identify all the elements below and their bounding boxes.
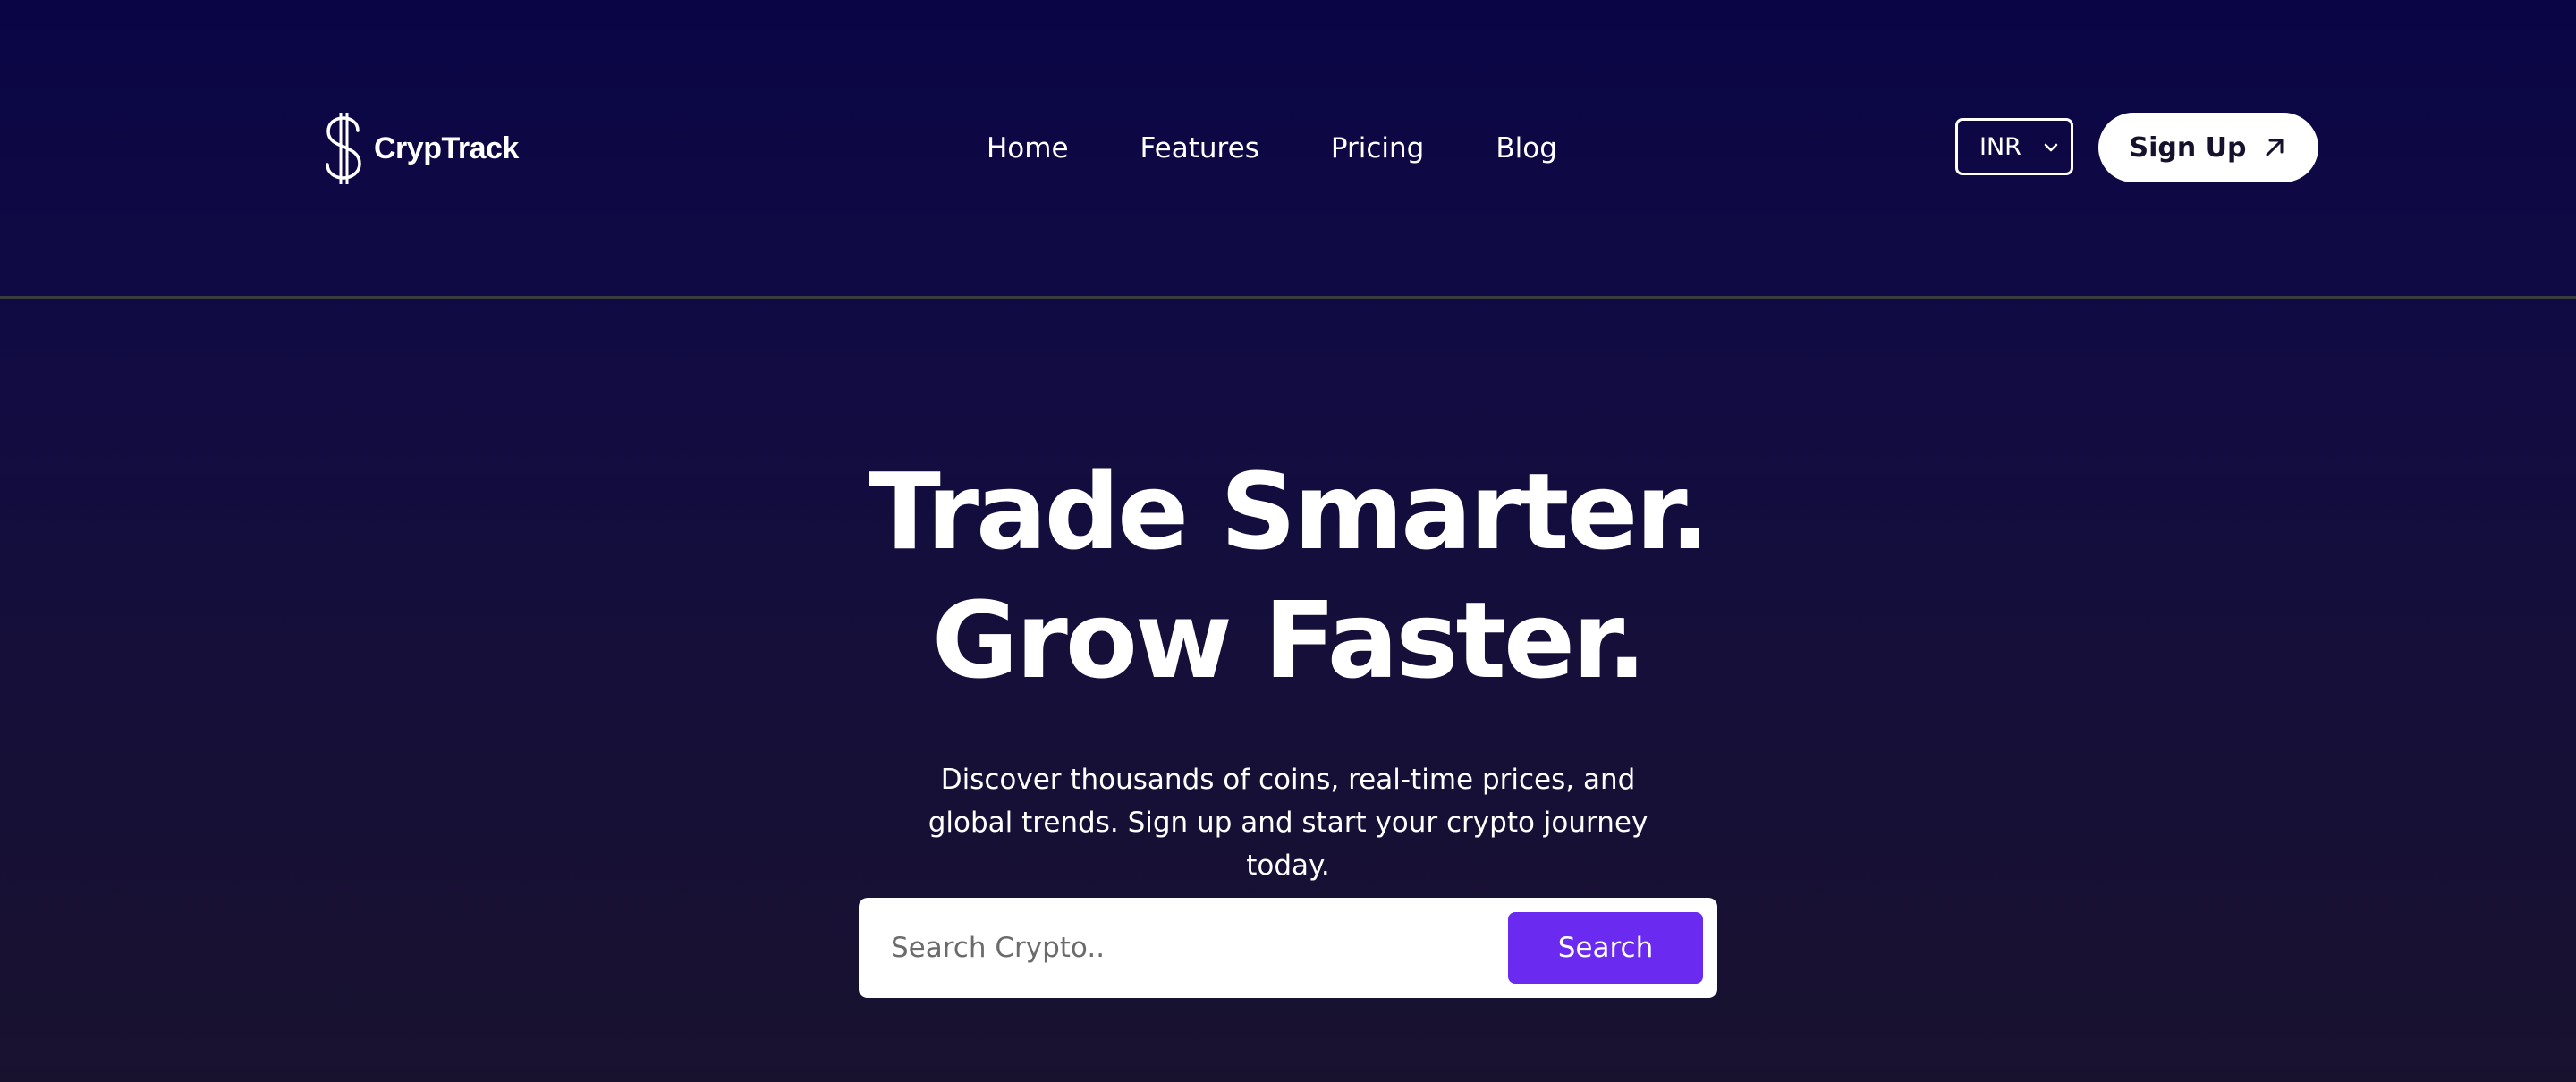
nav-blog[interactable]: Blog <box>1496 132 1557 165</box>
nav-features[interactable]: Features <box>1140 132 1259 165</box>
hero-title: Trade Smarter. Grow Faster. <box>0 447 2576 705</box>
search-button[interactable]: Search <box>1508 912 1703 984</box>
search-input[interactable] <box>880 916 1453 980</box>
nav-home[interactable]: Home <box>987 132 1069 165</box>
nav-pricing[interactable]: Pricing <box>1331 132 1425 165</box>
logo-text: CrypTrack <box>374 131 519 165</box>
main-nav: Home Features Pricing Blog <box>987 125 1557 172</box>
logo[interactable]: CrypTrack <box>322 111 519 186</box>
signup-button[interactable]: Sign Up <box>2098 113 2318 182</box>
search-box: Search <box>859 898 1717 998</box>
currency-value: INR <box>1979 132 2021 161</box>
signup-label: Sign Up <box>2129 131 2247 164</box>
arrow-up-right-icon <box>2266 139 2283 156</box>
chevron-down-icon <box>2044 143 2058 152</box>
hero-title-line1: Trade Smarter. <box>869 450 1709 573</box>
currency-select[interactable]: INR <box>1955 118 2073 175</box>
dollar-sign-icon <box>326 113 361 184</box>
navbar: CrypTrack Home Features Pricing Blog INR… <box>0 0 2576 299</box>
hero-title-line2: Grow Faster. <box>931 579 1647 702</box>
hero-subtitle: Discover thousands of coins, real-time p… <box>928 764 1648 882</box>
